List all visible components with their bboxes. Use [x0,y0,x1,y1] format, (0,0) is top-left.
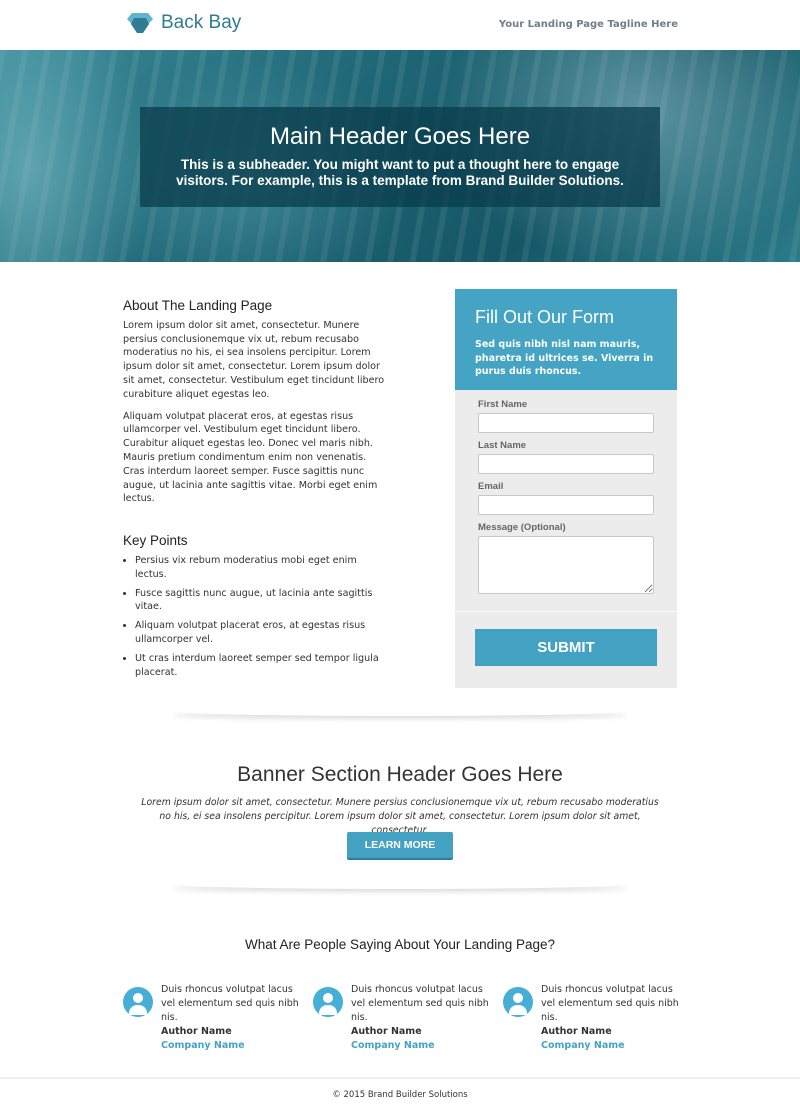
form-header: Fill Out Our Form Sed quis nibh nisl nam… [455,289,677,390]
site-header: Back Bay Your Landing Page Tagline Here [0,0,800,50]
form-title: Fill Out Our Form [475,307,615,327]
hero-subtitle: This is a subheader. You might want to p… [176,157,624,188]
email-input[interactable] [478,495,654,515]
user-avatar-icon [503,987,533,1017]
learn-more-button[interactable]: LEARN MORE [347,832,453,860]
message-label: Message (Optional) [478,522,566,533]
form-description: Sed quis nibh nisl nam mauris, pharetra … [475,339,654,377]
section-divider [170,706,630,716]
testimonial-quote: Duis rhoncus volutpat lacus vel elementu… [541,984,679,1023]
first-name-input[interactable] [478,413,654,433]
about-title: About The Landing Page [123,298,273,313]
about-paragraph: Aliquam volutpat placerat eros, at egest… [123,410,378,505]
company-name[interactable]: Company Name [541,1039,683,1053]
testimonial: Duis rhoncus volutpat lacus vel elementu… [313,983,493,1053]
author-name: Author Name [541,1026,612,1037]
message-textarea[interactable] [478,536,654,594]
first-name-label: First Name [478,399,528,410]
last-name-label: Last Name [478,440,527,451]
testimonial: Duis rhoncus volutpat lacus vel elementu… [123,983,303,1053]
user-avatar-icon [123,987,153,1017]
company-name[interactable]: Company Name [161,1039,303,1053]
key-point: Ut cras interdum laoreet semper sed temp… [135,652,388,680]
testimonial-quote: Duis rhoncus volutpat lacus vel elementu… [351,984,489,1023]
form-divider [455,611,677,612]
section-divider [170,879,630,889]
gem-icon [127,13,153,33]
hero-section: Main Header Goes Here This is a subheade… [0,50,800,262]
author-name: Author Name [161,1026,232,1037]
about-column: About The Landing Page Lorem ipsum dolor… [123,299,388,684]
copyright-text: © 2015 Brand Builder Solutions [332,1090,468,1100]
signup-form: Fill Out Our Form Sed quis nibh nisl nam… [455,289,677,688]
key-points-title: Key Points [123,533,188,549]
key-points: Key Points Persius vix rebum moderatius … [123,534,388,679]
logo-text: Back Bay [161,12,242,33]
last-name-input[interactable] [478,454,654,474]
author-name: Author Name [351,1026,422,1037]
hero-box: Main Header Goes Here This is a subheade… [140,107,660,207]
testimonial-quote: Duis rhoncus volutpat lacus vel elementu… [161,984,299,1023]
logo[interactable]: Back Bay [127,12,241,34]
footer: © 2015 Brand Builder Solutions [0,1077,800,1110]
key-point: Aliquam volutpat placerat eros, at egest… [135,619,388,647]
tagline: Your Landing Page Tagline Here [498,19,678,30]
banner-title: Banner Section Header Goes Here [237,763,563,786]
key-point: Fusce sagittis nunc augue, ut lacinia an… [135,587,388,615]
testimonials-title: What Are People Saying About Your Landin… [245,937,555,952]
testimonial: Duis rhoncus volutpat lacus vel elementu… [503,983,683,1053]
email-label: Email [478,481,504,492]
about-paragraph: Lorem ipsum dolor sit amet, consectetur.… [123,319,385,400]
key-point: Persius vix rebum moderatius mobi eget e… [135,554,388,582]
hero-title: Main Header Goes Here [269,123,531,150]
submit-button[interactable]: SUBMIT [475,629,657,666]
user-avatar-icon [313,987,343,1017]
company-name[interactable]: Company Name [351,1039,493,1053]
